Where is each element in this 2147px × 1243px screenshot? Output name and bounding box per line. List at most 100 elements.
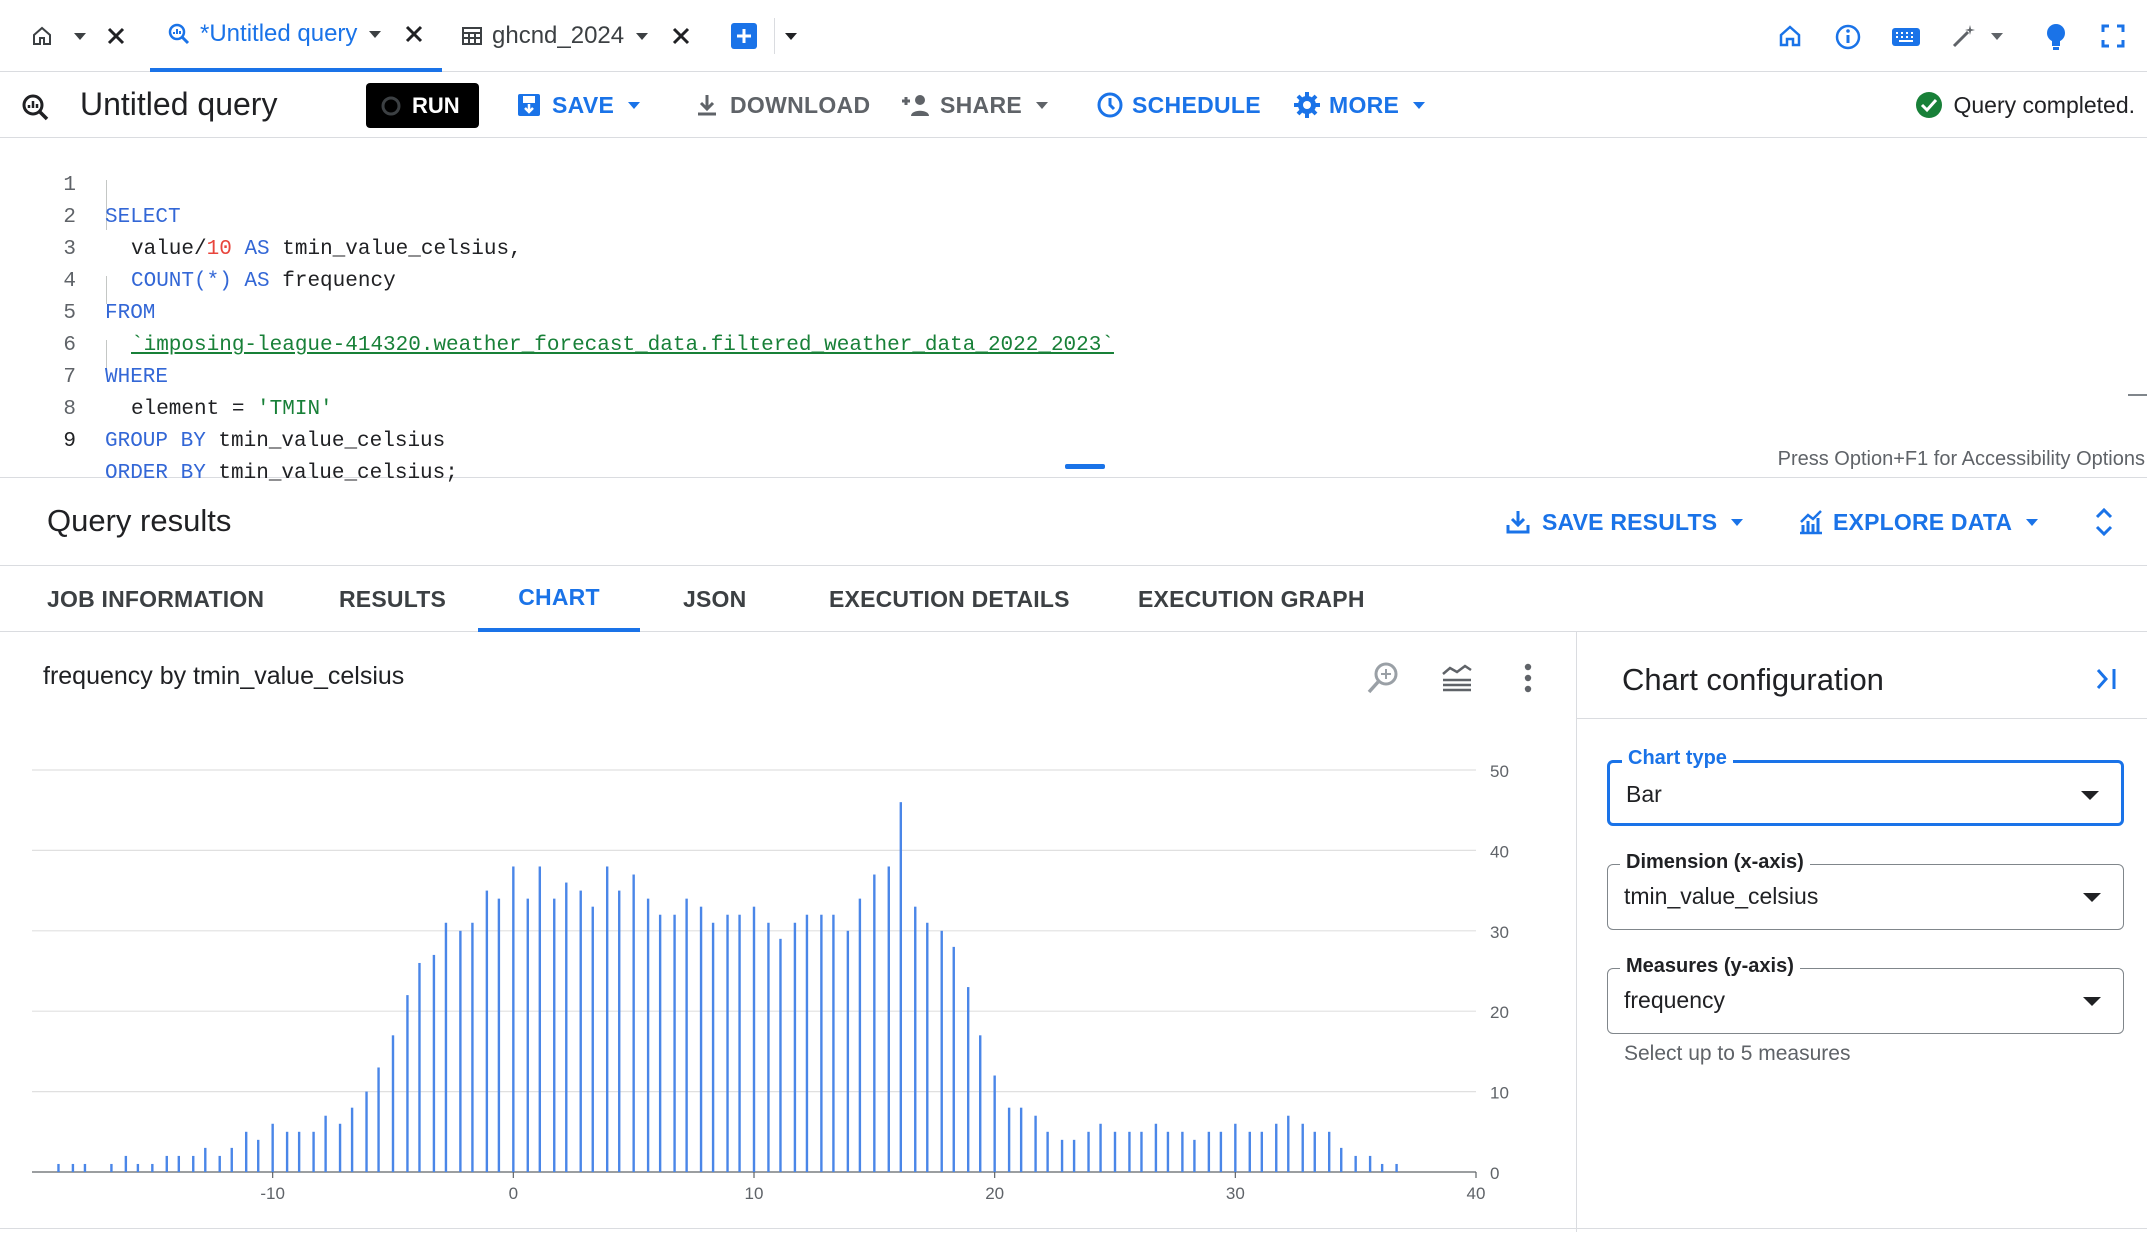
- expand-collapse-icon[interactable]: [2092, 506, 2116, 538]
- x-tick-label: -10: [260, 1184, 285, 1203]
- save-menu-caret-icon[interactable]: [628, 101, 641, 109]
- explore-data-button[interactable]: EXPLORE DATA: [1797, 502, 2039, 542]
- bar: [1087, 1131, 1090, 1172]
- bar: [673, 914, 676, 1172]
- bottom-divider: [0, 1228, 2147, 1229]
- page-title: Untitled query: [80, 86, 278, 122]
- divider: [1577, 718, 2147, 719]
- close-icon[interactable]: [104, 24, 128, 48]
- tab-menu-caret-icon[interactable]: [636, 32, 649, 40]
- tab-close-icon[interactable]: [670, 25, 692, 47]
- query-status: Query completed.: [1915, 90, 2135, 120]
- bar: [1140, 1131, 1143, 1172]
- dropdown-arrow-icon: [2083, 893, 2101, 902]
- chart-type-select[interactable]: Chart type Bar: [1607, 747, 2124, 826]
- share-menu-caret-icon[interactable]: [1036, 101, 1049, 109]
- bar: [873, 874, 876, 1172]
- bar: [1380, 1163, 1384, 1172]
- bar: [779, 938, 782, 1172]
- home-icon[interactable]: [1777, 23, 1803, 49]
- measures-select[interactable]: Measures (y-axis) frequency: [1607, 955, 2124, 1034]
- wand-menu-caret-icon[interactable]: [1991, 33, 2003, 40]
- info-icon[interactable]: [1834, 23, 1862, 51]
- x-tick-label: 20: [985, 1184, 1004, 1203]
- tab-json[interactable]: JSON: [683, 566, 746, 632]
- code-line: 5 `imposing-league-414320.weather_foreca…: [0, 266, 1800, 357]
- save-results-caret-icon[interactable]: [1731, 518, 1744, 526]
- fullscreen-icon[interactable]: [2100, 23, 2126, 49]
- more-label: MORE: [1329, 91, 1400, 118]
- save-label: SAVE: [552, 91, 615, 118]
- code-line: 4 FROM: [0, 234, 1800, 325]
- tab-results[interactable]: RESULTS: [339, 566, 446, 632]
- bar: [685, 898, 688, 1172]
- results-tabs: JOB INFORMATION RESULTS CHART JSON EXECU…: [0, 566, 2147, 632]
- home-icon[interactable]: [30, 24, 54, 48]
- bar: [1128, 1131, 1131, 1172]
- bar: [820, 914, 823, 1172]
- bar: [230, 1147, 233, 1172]
- bar: [553, 898, 556, 1172]
- more-button[interactable]: MORE: [1293, 72, 1426, 138]
- bar: [1327, 1131, 1331, 1172]
- schedule-button[interactable]: SCHEDULE: [1096, 72, 1261, 138]
- tab-untitled-query[interactable]: *Untitled query: [150, 0, 442, 72]
- status-text: Query completed.: [1953, 91, 2135, 118]
- new-tab-menu-caret-icon[interactable]: [785, 33, 797, 40]
- tab-chart[interactable]: CHART: [478, 566, 640, 632]
- share-button[interactable]: SHARE: [900, 72, 1049, 138]
- query-icon: [20, 92, 50, 122]
- bar: [1313, 1131, 1316, 1172]
- dimension-select[interactable]: Dimension (x-axis) tmin_value_celsius: [1607, 851, 2124, 930]
- zoom-icon[interactable]: [1366, 660, 1404, 696]
- keyboard-icon[interactable]: [1891, 25, 1921, 49]
- explore-data-caret-icon[interactable]: [2026, 518, 2039, 526]
- tab-menu-caret-icon[interactable]: [369, 30, 382, 38]
- y-tick-label: 40: [1490, 842, 1509, 861]
- tab-execution-details[interactable]: EXECUTION DETAILS: [829, 566, 1070, 632]
- collapse-panel-icon[interactable]: [2091, 664, 2121, 694]
- save-results-button[interactable]: SAVE RESULTS: [1506, 502, 1744, 542]
- download-button[interactable]: DOWNLOAD: [694, 72, 870, 138]
- resize-handle[interactable]: [1065, 464, 1105, 469]
- sql-editor[interactable]: 1 SELECT 2 value/10 AS tmin_value_celsiu…: [0, 138, 2147, 485]
- bar: [726, 914, 729, 1172]
- tab-job-information[interactable]: JOB INFORMATION: [47, 566, 264, 632]
- bar: [365, 1091, 368, 1172]
- save-button[interactable]: SAVE: [516, 72, 641, 138]
- config-title: Chart configuration: [1622, 662, 1884, 697]
- magic-wand-icon[interactable]: [1950, 22, 1978, 50]
- editor-scrollbar-marker[interactable]: [2128, 394, 2147, 396]
- bar: [805, 914, 809, 1172]
- bar: [1046, 1131, 1049, 1172]
- code-line: 7 element = 'TMIN': [0, 330, 1800, 421]
- bar: [57, 1163, 60, 1172]
- x-tick-label: 40: [1467, 1184, 1486, 1203]
- bar: [418, 962, 421, 1172]
- tab-close-icon[interactable]: [403, 23, 425, 45]
- save-results-label: SAVE RESULTS: [1542, 508, 1718, 535]
- more-vert-icon[interactable]: [1520, 660, 1536, 696]
- bar: [377, 1067, 380, 1172]
- bar: [711, 922, 715, 1172]
- new-tab-plus-icon[interactable]: [731, 23, 757, 49]
- dropdown-arrow-icon: [2083, 997, 2101, 1006]
- chart-style-icon[interactable]: [1441, 662, 1473, 692]
- home-dropdown-caret-icon[interactable]: [74, 33, 86, 40]
- more-menu-caret-icon[interactable]: [1413, 101, 1426, 109]
- download-label: DOWNLOAD: [730, 91, 871, 118]
- lightbulb-icon[interactable]: [2043, 21, 2069, 51]
- chart-panel: frequency by tmin_value_celsius 0 10 20 30 4…: [0, 632, 1576, 1232]
- explore-data-label: EXPLORE DATA: [1833, 508, 2013, 535]
- tab-execution-graph[interactable]: EXECUTION GRAPH: [1138, 566, 1365, 632]
- bar-chart: 0 10 20 30 40 50 -10 0 10 20 30 40: [32, 762, 1509, 1203]
- run-button[interactable]: RUN: [366, 83, 479, 128]
- bar: [271, 1123, 274, 1172]
- bar: [218, 1155, 221, 1172]
- bar: [1193, 1139, 1196, 1172]
- query-toolbar: Untitled query RUN SAVE DOWNLOAD SHARE S…: [0, 72, 2147, 138]
- bar: [1219, 1131, 1223, 1172]
- bar: [1166, 1131, 1170, 1172]
- tab-ghcnd-2024[interactable]: ghcnd_2024: [460, 0, 690, 72]
- bar: [887, 866, 890, 1172]
